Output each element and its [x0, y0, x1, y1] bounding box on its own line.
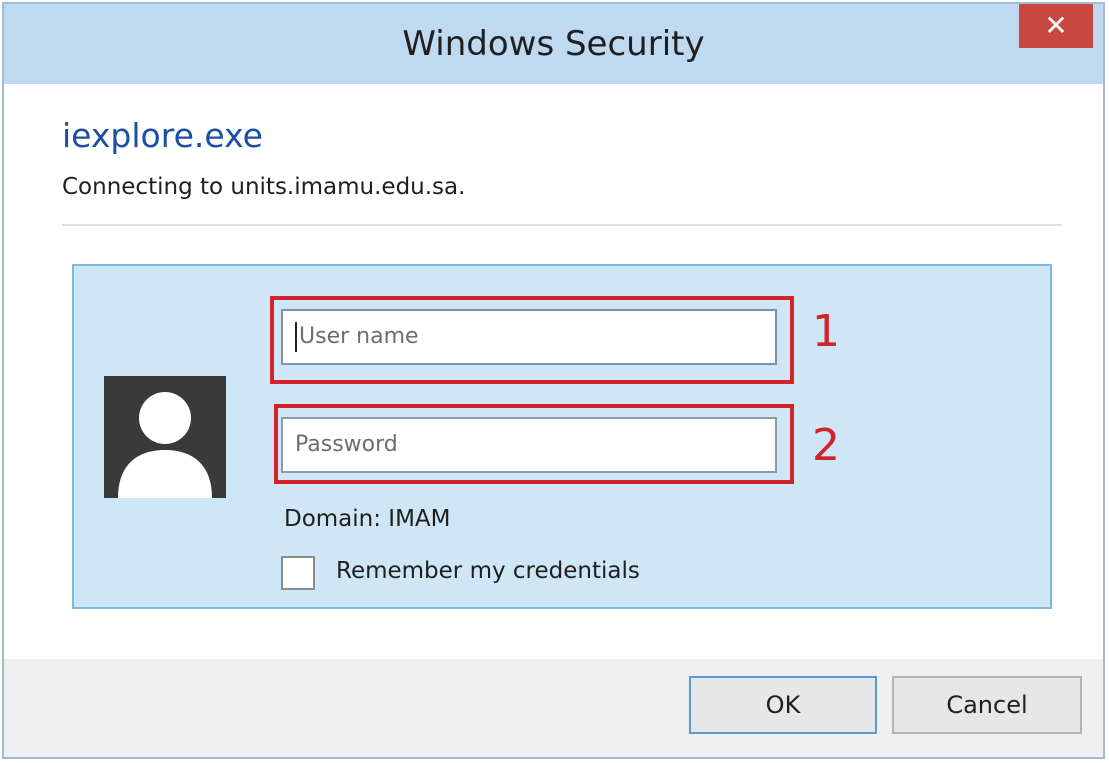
domain-label: Domain: IMAM — [284, 506, 451, 532]
credential-tile: User name 1 Password 2 Domain: IMAM Reme… — [72, 264, 1052, 609]
windows-security-dialog: Windows Security ✕ iexplore.exe Connecti… — [2, 2, 1105, 759]
dialog-body: iexplore.exe Connecting to units.imamu.e… — [4, 84, 1103, 659]
user-silhouette-icon — [104, 376, 226, 498]
annotation-number-1: 1 — [812, 306, 840, 357]
password-highlight-box — [274, 404, 794, 484]
title-bar: Windows Security ✕ — [4, 4, 1103, 84]
remember-credentials-checkbox[interactable] — [281, 556, 315, 590]
remember-credentials-label[interactable]: Remember my credentials — [336, 558, 640, 584]
username-highlight-box — [270, 296, 794, 384]
annotation-number-2: 2 — [812, 420, 840, 471]
close-icon: ✕ — [1044, 9, 1068, 42]
connecting-message: Connecting to units.imamu.edu.sa. — [62, 174, 466, 200]
window-title: Windows Security — [402, 24, 705, 64]
app-name: iexplore.exe — [62, 116, 263, 155]
button-bar: OK Cancel — [4, 659, 1103, 757]
ok-button[interactable]: OK — [689, 676, 877, 734]
cancel-button[interactable]: Cancel — [892, 676, 1082, 734]
divider — [62, 224, 1062, 226]
close-button[interactable]: ✕ — [1019, 4, 1093, 48]
